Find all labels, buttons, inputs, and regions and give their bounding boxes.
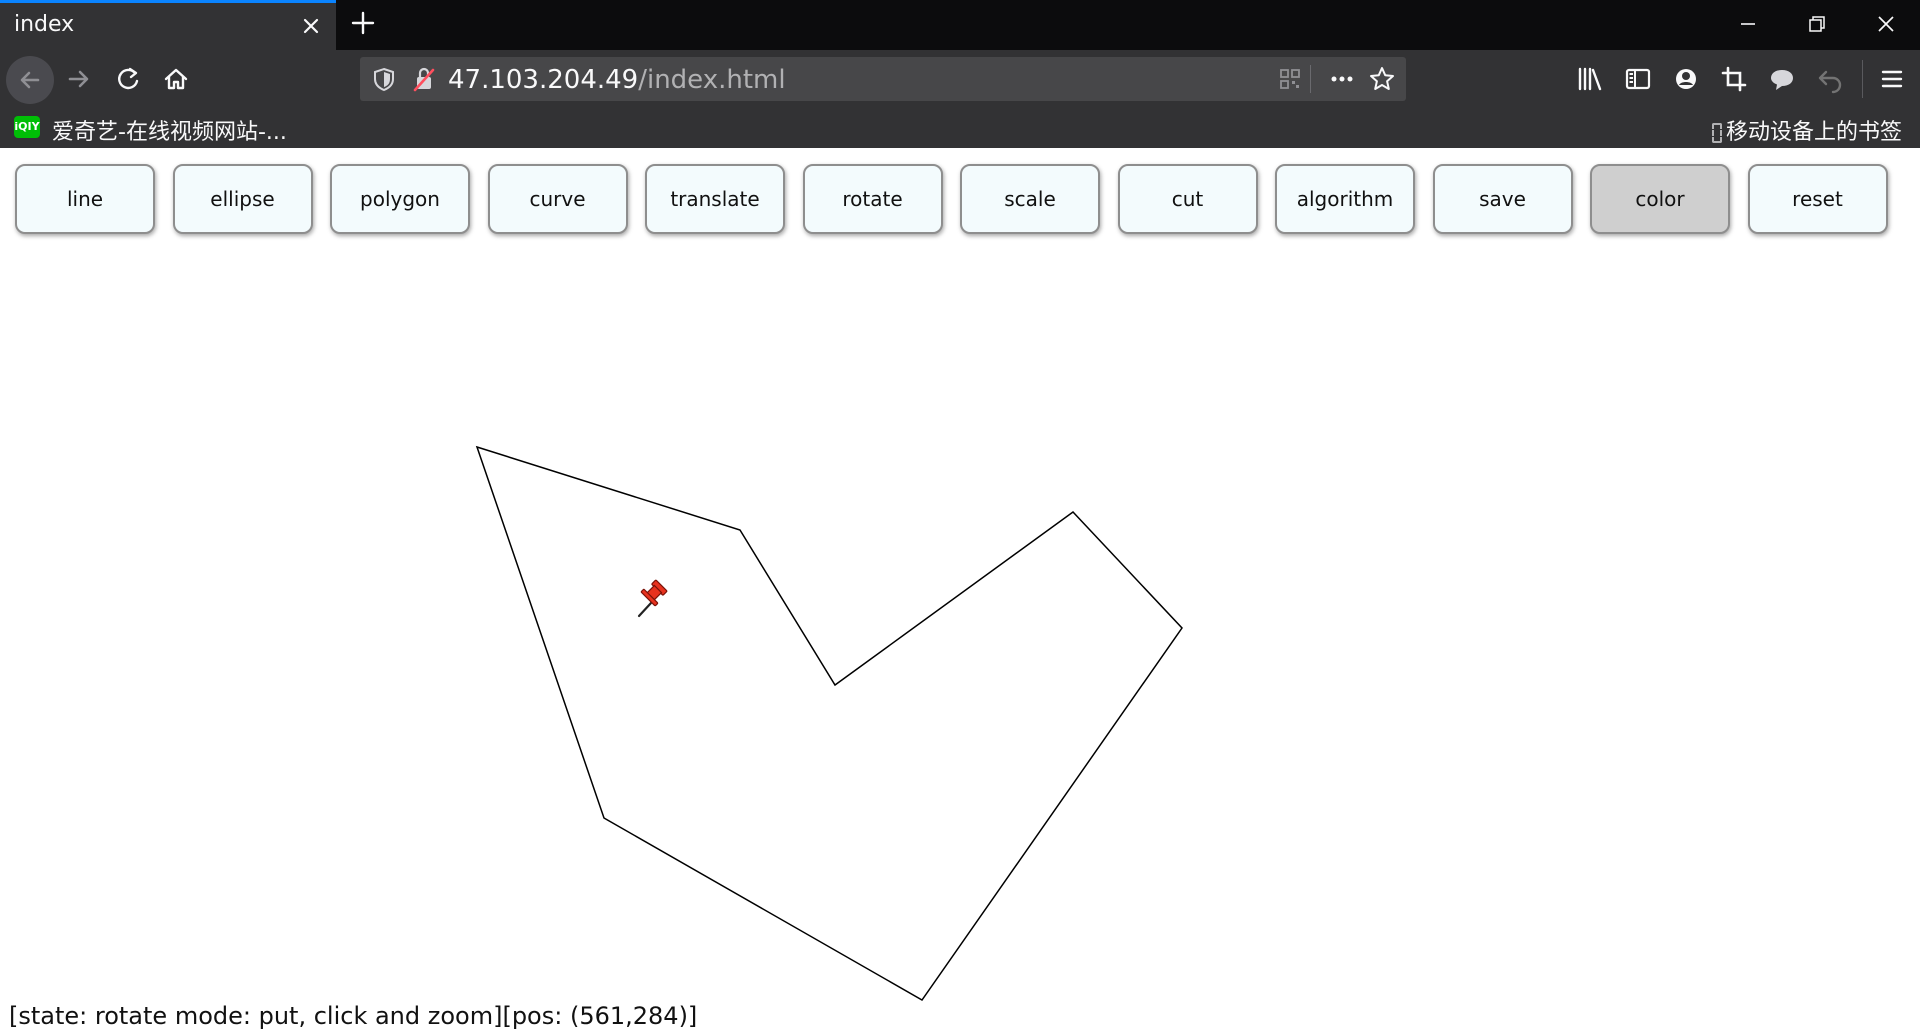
url-bar[interactable]: 47.103.204.49/index.html <box>360 57 1406 101</box>
url-separator <box>1310 65 1311 93</box>
mobile-bookmarks-button[interactable]: 移动设备上的书签 <box>1711 114 1902 146</box>
algorithm-button[interactable]: algorithm <box>1275 164 1415 234</box>
undo-icon[interactable] <box>1814 63 1846 95</box>
bookmark-item-iqiyi[interactable]: 爱奇艺-在线视频网站-... <box>52 114 287 146</box>
color-button[interactable]: color <box>1590 164 1730 234</box>
polygon-button[interactable]: polygon <box>330 164 470 234</box>
pushpin-icon <box>637 579 668 618</box>
restore-icon[interactable] <box>1788 6 1844 42</box>
curve-button[interactable]: curve <box>487 164 628 234</box>
reload-icon[interactable] <box>108 59 148 99</box>
save-button[interactable]: save <box>1432 164 1573 234</box>
url-host: 47.103.204.49 <box>448 65 639 95</box>
back-button[interactable] <box>6 56 54 104</box>
tab-bar: index <box>0 0 1920 50</box>
line-button[interactable]: line <box>15 164 155 234</box>
window-close-icon[interactable] <box>1858 6 1914 42</box>
sidebar-icon[interactable] <box>1622 63 1654 95</box>
reset-button[interactable]: reset <box>1747 164 1888 234</box>
mobile-bookmarks-label: 移动设备上的书签 <box>1725 120 1902 145</box>
url-path: /index.html <box>638 65 786 95</box>
page-content: line ellipse polygon curve translate rotate sc… <box>0 148 1920 1035</box>
bookmarks-toolbar: iQIY 爱奇艺-在线视频网站-... 移动设备上的书签 <box>0 108 1920 148</box>
drawn-polygon <box>475 445 1183 1001</box>
star-icon[interactable] <box>1366 63 1398 95</box>
hamburger-menu-icon[interactable] <box>1876 63 1908 95</box>
iqiyi-favicon-icon: iQIY <box>14 116 40 138</box>
screenshot-icon[interactable] <box>1718 63 1750 95</box>
home-icon[interactable] <box>156 59 196 99</box>
mobile-device-icon <box>1711 123 1722 143</box>
account-icon[interactable] <box>1670 63 1702 95</box>
close-icon[interactable] <box>296 11 326 41</box>
chat-icon[interactable] <box>1766 63 1798 95</box>
url-text[interactable]: 47.103.204.49/index.html <box>448 65 786 95</box>
insecure-lock-icon[interactable] <box>408 63 440 95</box>
cut-button[interactable]: cut <box>1117 164 1258 234</box>
back-arrow-icon <box>20 71 40 89</box>
toolbar-separator <box>1862 60 1863 98</box>
more-icon[interactable] <box>1326 63 1358 95</box>
ellipse-button[interactable]: ellipse <box>172 164 313 234</box>
shield-icon[interactable] <box>368 63 400 95</box>
status-text: [state: rotate mode: put, click and zoom… <box>9 1002 698 1030</box>
minimize-icon[interactable] <box>1720 6 1776 42</box>
translate-button[interactable]: translate <box>645 164 785 234</box>
rotate-button[interactable]: rotate <box>802 164 943 234</box>
library-icon[interactable] <box>1574 63 1606 95</box>
forward-arrow-icon[interactable] <box>60 59 100 99</box>
qr-code-icon[interactable] <box>1274 63 1306 95</box>
scale-button[interactable]: scale <box>960 164 1100 234</box>
browser-tab[interactable]: index <box>0 0 336 50</box>
navigation-toolbar: 47.103.204.49/index.html <box>0 50 1920 108</box>
tab-title: index <box>14 12 75 37</box>
drawing-canvas[interactable] <box>0 248 1920 1008</box>
plus-icon[interactable] <box>348 8 378 38</box>
